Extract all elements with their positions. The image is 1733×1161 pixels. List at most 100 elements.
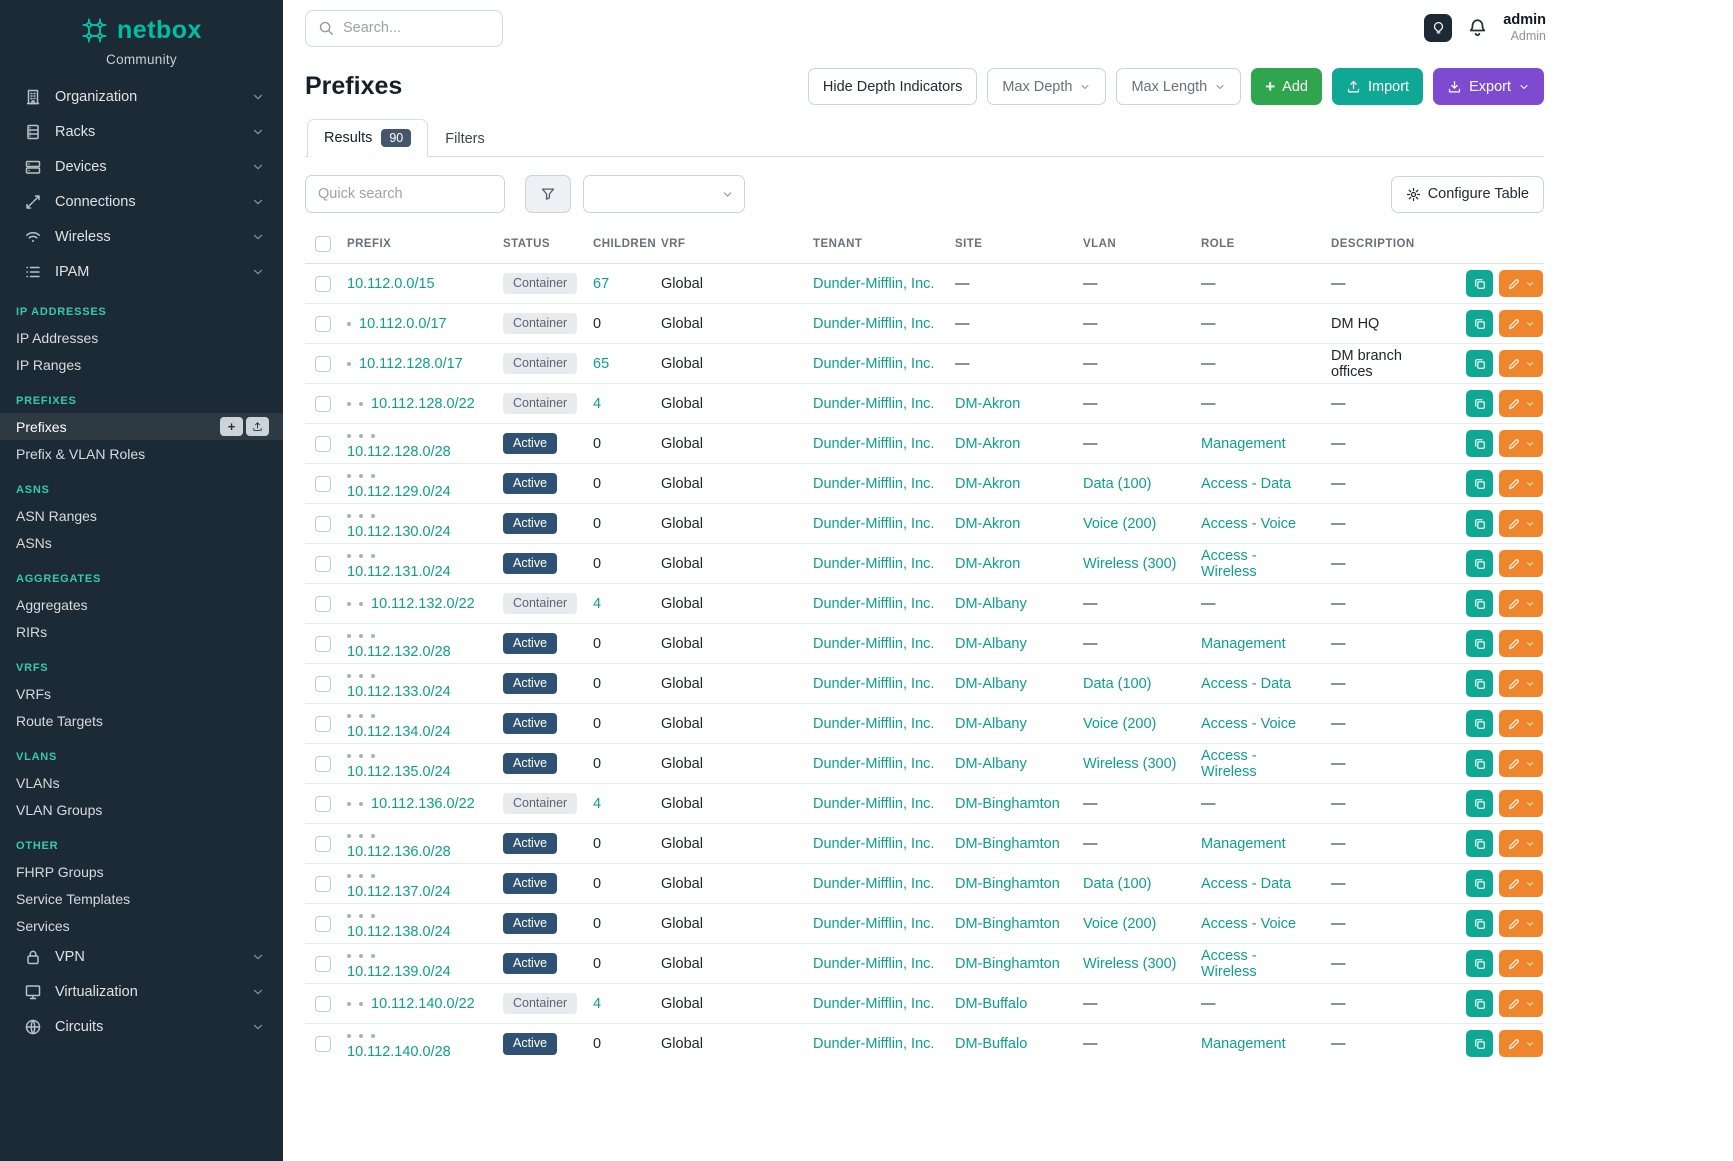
- prefix-link[interactable]: 10.112.128.0/28: [347, 444, 451, 460]
- role-link[interactable]: Access - Data: [1201, 876, 1291, 892]
- prefix-link[interactable]: 10.112.138.0/24: [347, 924, 451, 940]
- edit-button[interactable]: [1499, 950, 1543, 977]
- tenant-link[interactable]: Dunder-Mifflin, Inc.: [813, 836, 934, 852]
- role-link[interactable]: Management: [1201, 1036, 1286, 1052]
- tenant-link[interactable]: Dunder-Mifflin, Inc.: [813, 436, 934, 452]
- clone-button[interactable]: [1466, 590, 1493, 617]
- row-checkbox[interactable]: [315, 1036, 331, 1052]
- row-checkbox[interactable]: [315, 996, 331, 1012]
- vlan-link[interactable]: Wireless (300): [1083, 956, 1176, 972]
- sidebar-group-connections[interactable]: Connections: [0, 184, 283, 219]
- children-link[interactable]: 4: [593, 596, 601, 612]
- clone-button[interactable]: [1466, 630, 1493, 657]
- prefix-link[interactable]: 10.112.128.0/17: [359, 356, 463, 372]
- site-link[interactable]: DM-Binghamton: [955, 956, 1060, 972]
- global-search-input[interactable]: [343, 20, 490, 36]
- edit-button[interactable]: [1499, 830, 1543, 857]
- row-checkbox[interactable]: [315, 316, 331, 332]
- row-checkbox[interactable]: [315, 396, 331, 412]
- column-header-tenant[interactable]: TENANT: [803, 225, 945, 264]
- edit-button[interactable]: [1499, 910, 1543, 937]
- prefix-link[interactable]: 10.112.136.0/22: [371, 796, 475, 812]
- prefix-link[interactable]: 10.112.129.0/24: [347, 484, 451, 500]
- row-checkbox[interactable]: [315, 476, 331, 492]
- edit-button[interactable]: [1499, 350, 1543, 377]
- sidebar-item-vlan-groups[interactable]: VLAN Groups: [0, 796, 283, 823]
- column-header-vlan[interactable]: VLAN: [1073, 225, 1191, 264]
- prefix-link[interactable]: 10.112.128.0/22: [371, 396, 475, 412]
- row-checkbox[interactable]: [315, 716, 331, 732]
- theme-toggle-button[interactable]: [1424, 14, 1452, 42]
- site-link[interactable]: DM-Akron: [955, 396, 1020, 412]
- netbox-logo[interactable]: netbox Community: [0, 16, 283, 79]
- role-link[interactable]: Access - Wireless: [1201, 548, 1257, 580]
- quick-import-button[interactable]: [246, 417, 269, 436]
- edit-button[interactable]: [1499, 310, 1543, 337]
- sidebar-item-asns[interactable]: ASNs: [0, 529, 283, 556]
- prefix-link[interactable]: 10.112.132.0/22: [371, 596, 475, 612]
- edit-button[interactable]: [1499, 590, 1543, 617]
- tenant-link[interactable]: Dunder-Mifflin, Inc.: [813, 1036, 934, 1052]
- edit-button[interactable]: [1499, 630, 1543, 657]
- site-link[interactable]: DM-Albany: [955, 716, 1027, 732]
- vlan-link[interactable]: Voice (200): [1083, 716, 1156, 732]
- sidebar-item-ip-ranges[interactable]: IP Ranges: [0, 351, 283, 378]
- children-link[interactable]: 4: [593, 796, 601, 812]
- edit-button[interactable]: [1499, 750, 1543, 777]
- site-link[interactable]: DM-Akron: [955, 436, 1020, 452]
- site-link[interactable]: DM-Binghamton: [955, 916, 1060, 932]
- row-checkbox[interactable]: [315, 756, 331, 772]
- site-link[interactable]: DM-Albany: [955, 676, 1027, 692]
- clone-button[interactable]: [1466, 310, 1493, 337]
- row-checkbox[interactable]: [315, 276, 331, 292]
- clone-button[interactable]: [1466, 950, 1493, 977]
- clone-button[interactable]: [1466, 710, 1493, 737]
- site-link[interactable]: DM-Binghamton: [955, 836, 1060, 852]
- tab-results[interactable]: Results90: [307, 119, 428, 157]
- role-link[interactable]: Management: [1201, 436, 1286, 452]
- prefix-link[interactable]: 10.112.135.0/24: [347, 764, 451, 780]
- sidebar-group-vpn[interactable]: VPN: [0, 939, 283, 974]
- import-button[interactable]: Import: [1332, 68, 1423, 105]
- max-length-dropdown[interactable]: Max Length: [1116, 68, 1241, 105]
- notifications-button[interactable]: [1467, 17, 1488, 38]
- prefix-link[interactable]: 10.112.134.0/24: [347, 724, 451, 740]
- clone-button[interactable]: [1466, 270, 1493, 297]
- select-all-checkbox[interactable]: [315, 236, 331, 252]
- tenant-link[interactable]: Dunder-Mifflin, Inc.: [813, 516, 934, 532]
- role-link[interactable]: Access - Data: [1201, 676, 1291, 692]
- role-link[interactable]: Access - Wireless: [1201, 748, 1257, 780]
- clone-button[interactable]: [1466, 1030, 1493, 1057]
- row-checkbox[interactable]: [315, 676, 331, 692]
- vlan-link[interactable]: Wireless (300): [1083, 756, 1176, 772]
- column-header-vrf[interactable]: VRF: [651, 225, 803, 264]
- site-link[interactable]: DM-Akron: [955, 476, 1020, 492]
- prefix-link[interactable]: 10.112.0.0/17: [359, 316, 447, 332]
- vlan-link[interactable]: Voice (200): [1083, 516, 1156, 532]
- clone-button[interactable]: [1466, 670, 1493, 697]
- clone-button[interactable]: [1466, 350, 1493, 377]
- edit-button[interactable]: [1499, 710, 1543, 737]
- prefix-link[interactable]: 10.112.131.0/24: [347, 564, 451, 580]
- row-checkbox[interactable]: [315, 636, 331, 652]
- edit-button[interactable]: [1499, 430, 1543, 457]
- sidebar-group-circuits[interactable]: Circuits: [0, 1009, 283, 1044]
- row-checkbox[interactable]: [315, 596, 331, 612]
- sidebar-item-vrfs[interactable]: VRFs: [0, 680, 283, 707]
- configure-table-button[interactable]: Configure Table: [1391, 176, 1544, 213]
- site-link[interactable]: DM-Buffalo: [955, 996, 1027, 1012]
- tenant-link[interactable]: Dunder-Mifflin, Inc.: [813, 756, 934, 772]
- column-header-status[interactable]: STATUS: [493, 225, 583, 264]
- column-header-children[interactable]: CHILDREN: [583, 225, 651, 264]
- filter-button[interactable]: [525, 175, 571, 213]
- tenant-link[interactable]: Dunder-Mifflin, Inc.: [813, 796, 934, 812]
- edit-button[interactable]: [1499, 790, 1543, 817]
- clone-button[interactable]: [1466, 910, 1493, 937]
- tenant-link[interactable]: Dunder-Mifflin, Inc.: [813, 356, 934, 372]
- edit-button[interactable]: [1499, 390, 1543, 417]
- vlan-link[interactable]: Data (100): [1083, 876, 1152, 892]
- role-link[interactable]: Access - Voice: [1201, 916, 1296, 932]
- column-header-site[interactable]: SITE: [945, 225, 1073, 264]
- sidebar-group-wireless[interactable]: Wireless: [0, 219, 283, 254]
- add-button[interactable]: + Add: [1251, 68, 1322, 105]
